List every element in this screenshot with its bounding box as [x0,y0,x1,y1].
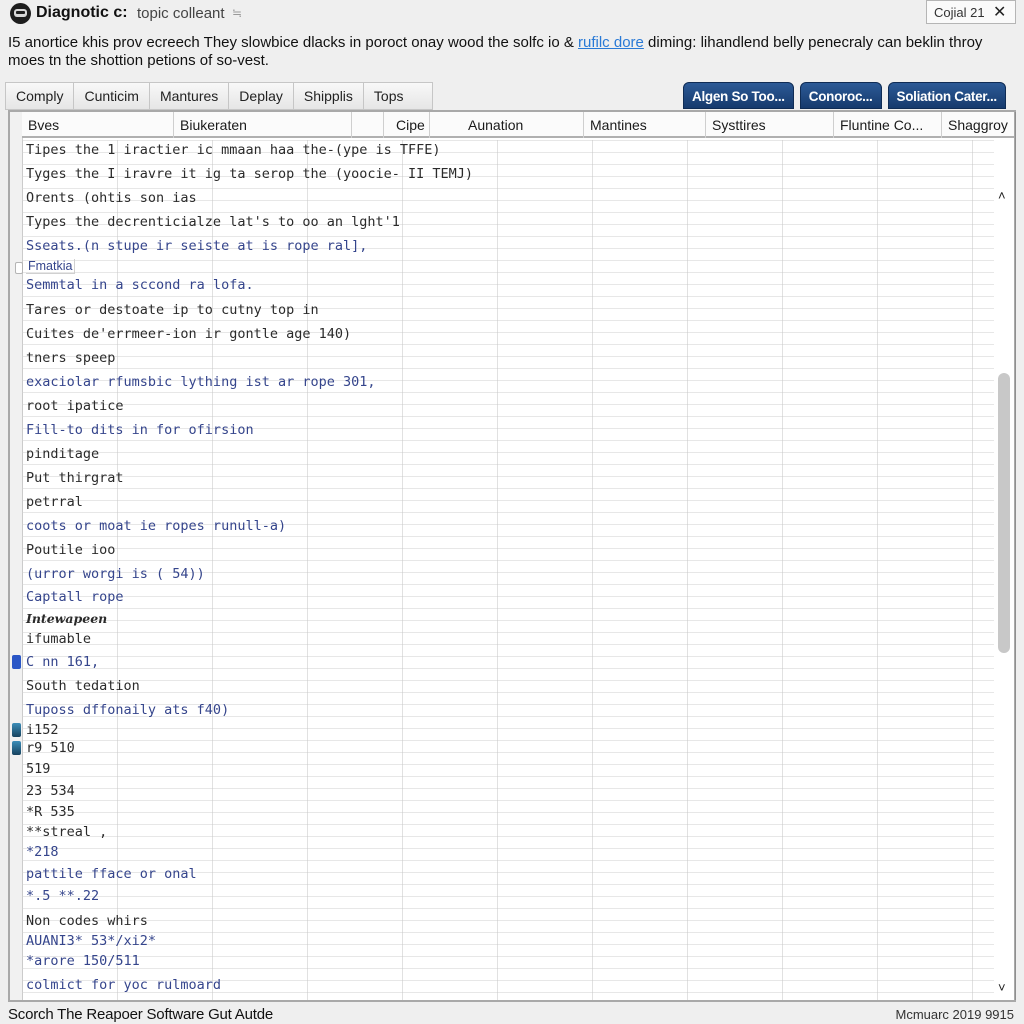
window-title: Diagnotic c: [36,4,128,21]
window-subtitle: topic colleant [137,5,225,22]
table-row[interactable]: petrral [26,494,83,510]
table-row[interactable]: ifumable [26,631,91,647]
table-row[interactable]: Tares or destoate ip to cutny top in [26,302,319,318]
panel-border [1015,112,1016,1000]
table-row[interactable]: **streal , [26,824,107,840]
data-panel: Bves Biukeraten Cipe Aunation Mantines S… [8,110,1016,1002]
table-row[interactable]: Poutile ioo [26,542,115,558]
table-row[interactable]: *arore 150/511 [26,953,140,969]
blue-tab-soliation[interactable]: Soliation Cater... [887,82,1006,109]
table-row[interactable]: pattile fface or onal [26,866,197,882]
description-link[interactable]: rufilc dore [578,34,644,51]
column-header[interactable]: Cipe [384,112,430,138]
table-row[interactable]: Intewapeen [26,611,107,626]
file-icon [12,741,21,755]
tab-comply[interactable]: Comply [5,82,74,110]
table-row[interactable]: Orents (ohtis son ias [26,190,197,206]
table-row[interactable]: *218 [26,844,59,860]
table-row[interactable]: Fill-to dits in for ofirsion [26,422,254,438]
table-row[interactable]: Non codes whirs [26,913,148,929]
table-row[interactable]: Tuposs dffonaily ats f40) [26,702,229,718]
tab-mantures[interactable]: Mantures [148,82,229,110]
column-header[interactable]: Mantines [584,112,706,138]
table-row[interactable]: i152 [12,722,59,738]
table-row-label[interactable]: Fmatkia [15,258,76,274]
row-text: r9 510 [26,740,75,756]
table-header: Bves Biukeraten Cipe Aunation Mantines S… [22,112,1014,138]
close-icon[interactable]: ✕ [993,2,1006,22]
table-row[interactable]: tners speep [26,350,115,366]
counter-label: Cojial 21 [934,5,985,20]
description-text: I5 anortice khis prov ecreech They slowb… [8,34,1008,70]
column-header[interactable]: Biukeraten [174,112,352,138]
table-row[interactable]: *R 535 [26,804,75,820]
table-row[interactable]: r9 510 [12,740,75,756]
vertical-scrollbar[interactable]: ˄ ˅ [996,188,1014,1000]
column-header[interactable]: Shaggroy [942,112,1014,138]
title-bar: Diagnotic c: topic colleant ≒ Cojial 21 … [0,0,1024,28]
tab-bar: Comply Cunticim Mantures Deplay Shipplis… [5,82,433,110]
table-row[interactable]: Cuites de'errmeer-ion ir gontle age 140) [26,326,351,342]
table-row[interactable]: pinditage [26,446,99,462]
table-row[interactable]: exaciolar rfumsbic lything ist ar rope 3… [26,374,376,390]
column-header[interactable]: Bves [22,112,174,138]
tab-deplay[interactable]: Deplay [228,82,293,110]
blue-tab-conoroc[interactable]: Conoroc... [799,82,882,109]
column-header[interactable]: Aunation [430,112,584,138]
tab-cunticim[interactable]: Cunticim [73,82,149,110]
scroll-up-icon[interactable]: ˄ [998,188,1006,203]
app-logo-icon [10,3,31,24]
subtitle-glyph-icon: ≒ [232,6,243,20]
bookmark-icon [12,655,21,669]
row-text: i152 [26,722,59,738]
table-row[interactable]: Put thirgrat [26,470,124,486]
row-text: C nn 161, [26,654,100,670]
table-row[interactable]: root ipatice [26,398,124,414]
blue-tab-group: Algen So Too... Conoroc... Soliation Cat… [677,82,1006,110]
table-row[interactable]: Semmtal in a sccond ra lofa. [26,277,254,293]
status-text: Scorch The Reapoer Software Gut Autde [8,1006,273,1023]
tab-shipplis[interactable]: Shipplis [292,82,363,110]
scroll-thumb[interactable] [998,373,1010,653]
table-row[interactable]: *.5 **.22 [26,888,99,904]
scroll-down-icon[interactable]: ˅ [998,980,1006,995]
status-version: Mcmuarc 2019 9915 [895,1007,1014,1022]
row-label: Fmatkia [26,259,76,274]
table-row[interactable]: South tedation [26,678,140,694]
table-row[interactable]: 23 534 [26,783,75,799]
table-row[interactable]: Captall rope [26,589,124,605]
tab-tops[interactable]: Tops [362,82,433,110]
checkbox-icon[interactable] [15,262,23,274]
table-row[interactable]: Types the decrenticialze lat's to oo an … [26,214,400,230]
table-row[interactable]: coots or moat ie ropes runull-a) [26,518,286,534]
column-header[interactable] [352,112,384,138]
table-row[interactable]: Sseats.(n stupe ir seiste at is rope ral… [26,238,367,254]
table-row[interactable]: AUANI3* 53*/xi2* [26,933,156,949]
table-row[interactable]: C nn 161, [12,654,100,670]
table-row[interactable]: Tipes the 1 iractier ic mmaan haa the-(y… [26,142,441,158]
table-row[interactable]: (urror worgi is ( 54)) [26,566,205,582]
table-row[interactable]: Tyges the I iravre it ig ta serop the (y… [26,166,473,182]
description-before-link: I5 anortice khis prov ecreech They slowb… [8,34,579,51]
column-header[interactable]: Fluntine Co... [834,112,942,138]
counter-box: Cojial 21 ✕ [926,0,1016,24]
column-header[interactable]: Systtires [706,112,834,138]
blue-tab-algen[interactable]: Algen So Too... [683,82,794,109]
table-row[interactable]: 519 [26,761,50,777]
table-row[interactable]: colmict for yoc rulmoard [26,977,221,993]
file-icon [12,723,21,737]
